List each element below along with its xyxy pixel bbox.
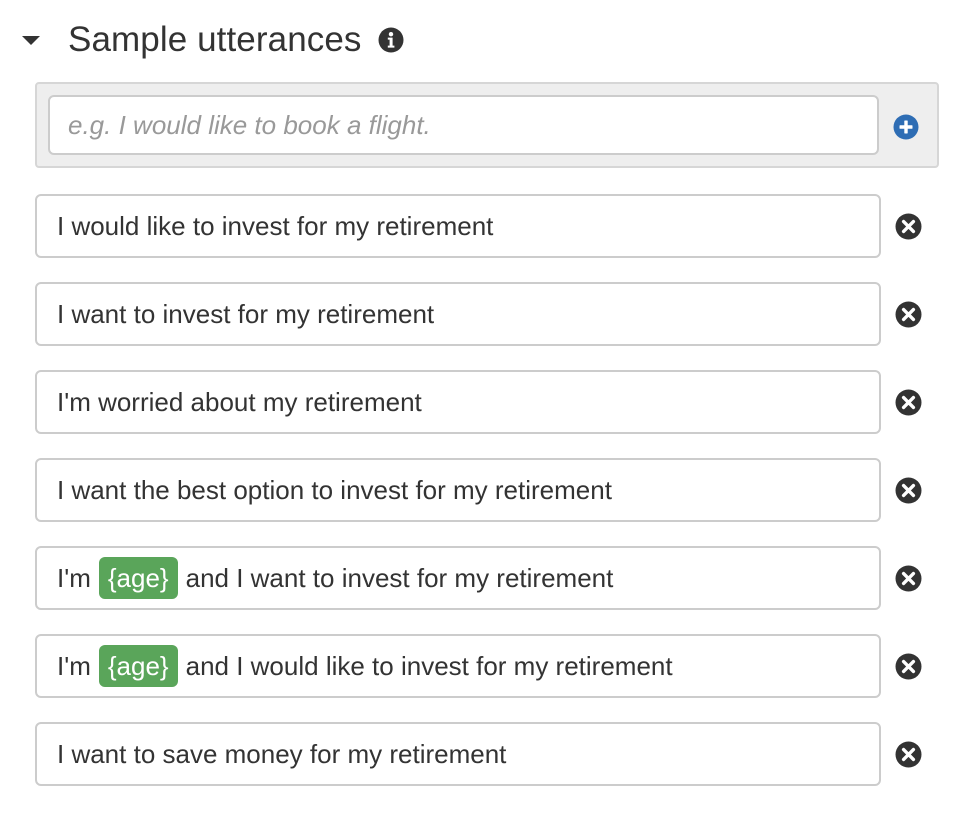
utterance-row: I want to invest for my retirement: [35, 282, 960, 346]
new-utterance-panel: [35, 82, 939, 168]
info-icon[interactable]: [378, 27, 404, 53]
utterance-row: I want to save money for my retirement: [35, 722, 960, 786]
utterance-row: I'm {age} and I want to invest for my re…: [35, 546, 960, 610]
sample-utterances-section: Sample utterances I would like to invest…: [0, 0, 960, 828]
utterance-text-after: and I want to invest for my retirement: [185, 562, 614, 593]
utterance-text: I want to invest for my retirement: [57, 298, 435, 329]
utterance-text: I want the best option to invest for my …: [57, 474, 612, 505]
utterance-field[interactable]: I would like to invest for my retirement: [35, 194, 881, 258]
utterance-text: I want to save money for my retirement: [57, 738, 507, 769]
slot-chip-age[interactable]: {age}: [98, 645, 178, 687]
caret-down-icon[interactable]: [22, 35, 40, 45]
remove-circle-icon[interactable]: [895, 741, 922, 768]
utterance-text-before: I'm: [57, 650, 91, 681]
utterance-field[interactable]: I want the best option to invest for my …: [35, 458, 881, 522]
utterance-field[interactable]: I'm {age} and I would like to invest for…: [35, 634, 881, 698]
utterance-text: I would like to invest for my retirement: [57, 210, 494, 241]
slot-chip-age[interactable]: {age}: [98, 557, 178, 599]
utterance-field[interactable]: I want to invest for my retirement: [35, 282, 881, 346]
utterance-text: I'm worried about my retirement: [57, 386, 422, 417]
utterance-row: I'm worried about my retirement: [35, 370, 960, 434]
new-utterance-input[interactable]: [48, 95, 879, 155]
section-header: Sample utterances: [18, 14, 404, 66]
remove-circle-icon[interactable]: [895, 213, 922, 240]
utterance-field[interactable]: I want to save money for my retirement: [35, 722, 881, 786]
remove-circle-icon[interactable]: [895, 477, 922, 504]
utterance-row: I would like to invest for my retirement: [35, 194, 960, 258]
utterance-field[interactable]: I'm worried about my retirement: [35, 370, 881, 434]
section-title: Sample utterances: [68, 20, 362, 59]
remove-circle-icon[interactable]: [895, 565, 922, 592]
utterance-text-before: I'm: [57, 562, 91, 593]
remove-circle-icon[interactable]: [895, 389, 922, 416]
plus-circle-icon[interactable]: [893, 114, 919, 140]
utterance-row: I'm {age} and I would like to invest for…: [35, 634, 960, 698]
remove-circle-icon[interactable]: [895, 301, 922, 328]
remove-circle-icon[interactable]: [895, 653, 922, 680]
utterance-row: I want the best option to invest for my …: [35, 458, 960, 522]
utterance-field[interactable]: I'm {age} and I want to invest for my re…: [35, 546, 881, 610]
utterance-text-after: and I would like to invest for my retire…: [185, 650, 673, 681]
